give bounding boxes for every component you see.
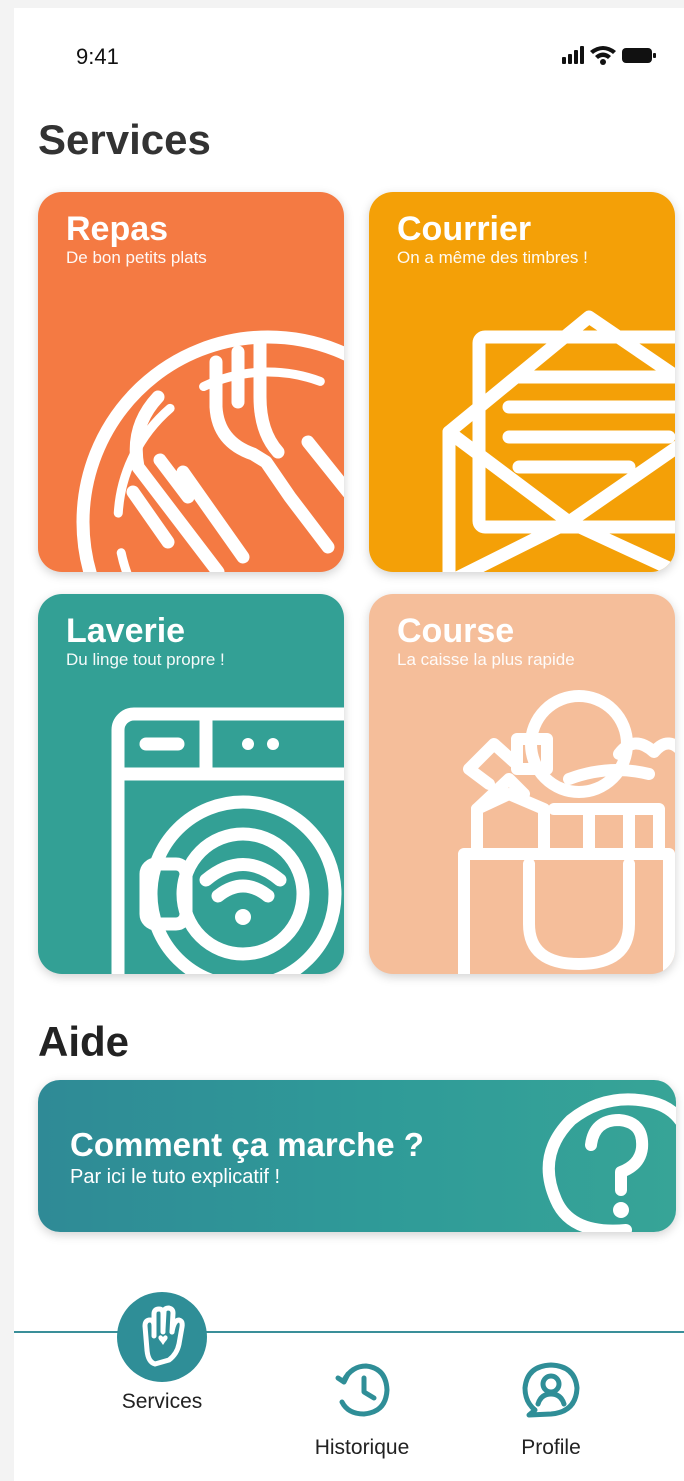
card-title: Course — [397, 612, 515, 650]
signal-icon — [562, 46, 584, 64]
tab-profile[interactable]: Profile — [481, 1360, 621, 1460]
card-repas[interactable]: Repas De bon petits plats — [38, 192, 344, 572]
bottom-tab-bar: Services Historique Profile — [14, 1292, 684, 1481]
help-heading: Aide — [38, 1018, 130, 1065]
card-subtitle: On a même des timbres ! — [397, 248, 588, 267]
battery-icon — [622, 48, 656, 63]
help-title: Comment ça marche ? — [70, 1126, 424, 1163]
card-subtitle: De bon petits plats — [66, 248, 207, 267]
status-bar: 9:41 — [14, 38, 684, 78]
card-subtitle: Du linge tout propre ! — [66, 650, 225, 669]
wifi-icon — [590, 46, 616, 65]
tab-services[interactable]: Services — [92, 1292, 232, 1414]
card-title: Courrier — [397, 210, 532, 248]
card-courrier[interactable]: Courrier On a même des timbres ! — [369, 192, 675, 572]
card-subtitle: La caisse la plus rapide — [397, 650, 575, 669]
tab-label: Profile — [521, 1436, 581, 1459]
card-title: Laverie — [66, 612, 186, 650]
tab-historique[interactable]: Historique — [292, 1360, 432, 1460]
status-time: 9:41 — [76, 44, 119, 69]
card-course[interactable]: Course La caisse la plus rapide — [369, 594, 675, 974]
card-title: Repas — [66, 210, 169, 248]
tab-label: Historique — [314, 1436, 410, 1459]
history-clock-icon — [332, 1360, 392, 1420]
hand-heart-icon — [117, 1292, 207, 1382]
card-laverie[interactable]: Laverie Du linge tout propre ! — [38, 594, 344, 974]
question-mark-icon — [542, 1093, 676, 1232]
phone-screen: 9:41 Services Repas De bon petits plats … — [14, 8, 684, 1481]
tab-label: Services — [121, 1390, 203, 1413]
help-card[interactable]: Comment ça marche ? Par ici le tuto expl… — [38, 1080, 676, 1232]
services-heading: Services — [38, 116, 211, 163]
status-icons — [552, 42, 662, 77]
profile-chat-icon — [521, 1360, 581, 1420]
help-subtitle: Par ici le tuto explicatif ! — [70, 1166, 281, 1188]
